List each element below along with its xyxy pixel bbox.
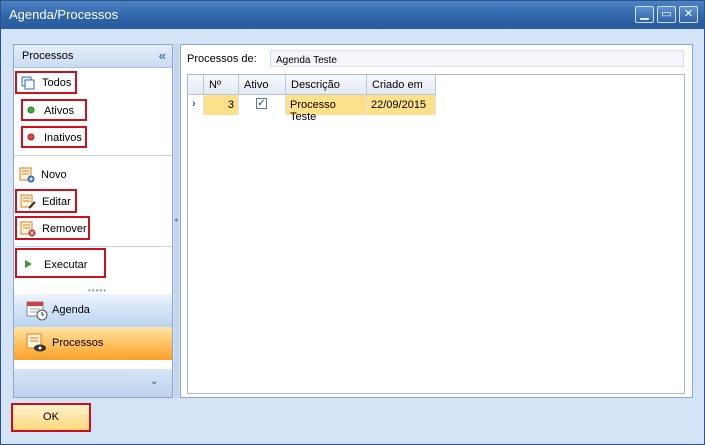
novo-label: Novo [41,169,67,181]
row-indicator-header [188,75,204,95]
filter-ativos[interactable]: Ativos [21,99,87,121]
maximize-icon[interactable]: ▭ [657,6,676,23]
green-dot-icon [27,106,35,114]
nav-button-processos[interactable]: Processos [14,327,172,360]
title-bar: Agenda/Processos ▁ ▭ ✕ [1,1,704,29]
filter-inativos[interactable]: Inativos [21,126,87,148]
separator [14,155,172,156]
table-cell-descricao[interactable]: Processo Teste [286,95,367,123]
row-indicator-chevron-icon[interactable]: › [188,95,204,115]
chevron-down-icon[interactable]: ⌄ [150,376,158,387]
executar-button[interactable]: Executar [15,248,106,278]
remover-button[interactable]: Remover [15,216,90,240]
filter-todos-label: Todos [42,77,72,89]
nav-header: Processos « [14,45,172,68]
separator [14,246,172,247]
novo-button[interactable]: Novo [17,165,87,185]
nav-header-label: Processos [22,50,74,62]
splitter[interactable]: ◂ [174,44,179,398]
ok-button[interactable]: OK [11,403,91,432]
list-icon [21,76,35,90]
processos-de-label: Processos de: [187,53,257,65]
process-grid: Nº Ativo Descrição Criado em › 3 ✓ Proce… [187,74,685,394]
filter-inativos-label: Inativos [44,132,82,144]
document-add-icon [19,167,35,183]
table-cell-ativo[interactable]: ✓ [239,95,286,115]
executar-label: Executar [44,259,88,271]
window: Agenda/Processos ▁ ▭ ✕ Processos « Todos [0,0,705,445]
column-header-criado[interactable]: Criado em [367,75,436,95]
editar-button[interactable]: Editar [15,189,77,213]
content-panel: Processos de: Agenda Teste Nº Ativo Desc… [180,44,693,398]
table-cell-criado[interactable]: 22/09/2015 [367,95,436,115]
column-header-ativo[interactable]: Ativo [239,75,286,95]
column-header-descricao[interactable]: Descrição [286,75,367,95]
filter-todos[interactable]: Todos [15,71,77,94]
minimize-icon[interactable]: ▁ [635,6,654,23]
close-icon[interactable]: ✕ [679,6,698,23]
chevron-left-icon[interactable]: ◂ [174,216,178,224]
red-dot-icon [27,133,35,141]
window-title: Agenda/Processos [9,7,119,22]
double-chevron-left-icon[interactable]: « [159,48,166,63]
navigation-panel: Processos « Todos Ativos Inativos Novo E… [13,44,173,398]
nav-button-processos-label: Processos [52,337,104,349]
processos-de-field: Agenda Teste [270,50,684,67]
nav-button-agenda-label: Agenda [52,304,90,316]
nav-overflow-strip: ⌄ [14,369,172,397]
document-remove-icon [20,221,36,237]
document-edit-icon [20,194,36,209]
play-icon [25,260,32,268]
client-area: Processos « Todos Ativos Inativos Novo E… [7,35,699,401]
nav-button-agenda[interactable]: Agenda [14,294,172,327]
ativo-checkbox[interactable]: ✓ [256,98,267,109]
calendar-icon [26,301,48,321]
column-header-num[interactable]: Nº [204,75,239,95]
filter-ativos-label: Ativos [44,105,74,117]
editar-label: Editar [42,196,71,208]
remover-label: Remover [42,223,87,235]
process-icon [26,333,46,352]
table-cell-num[interactable]: 3 [204,95,239,115]
